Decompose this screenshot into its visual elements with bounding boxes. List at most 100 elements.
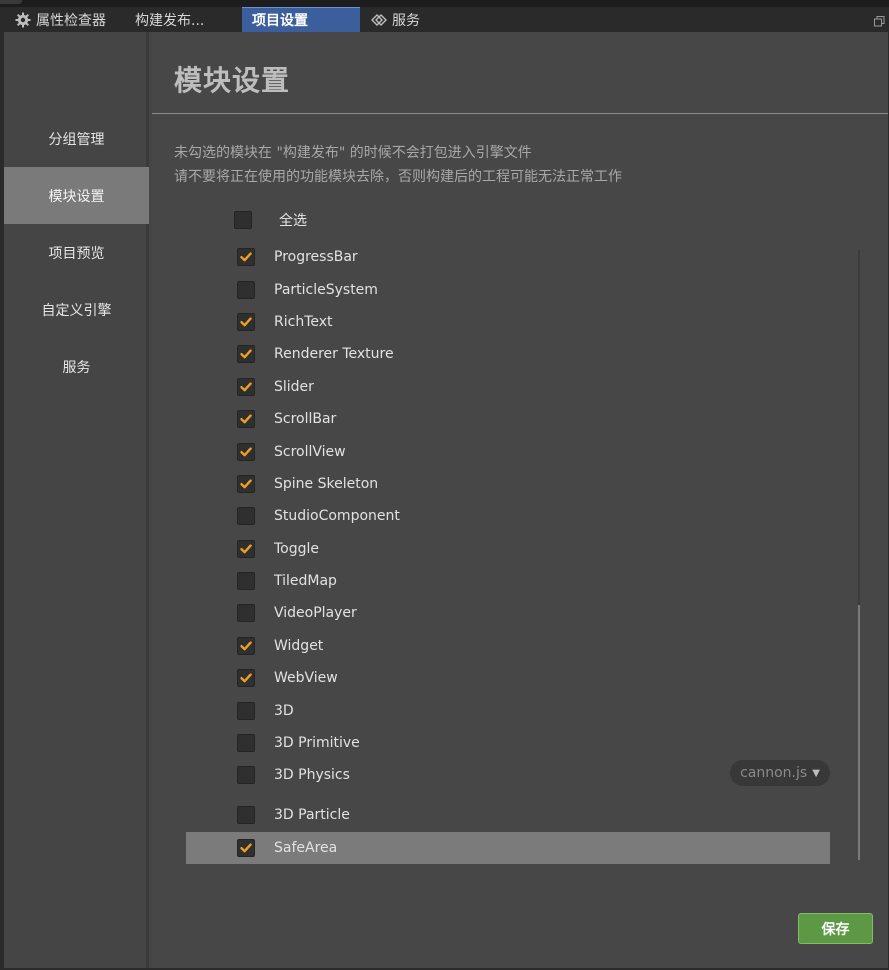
module-row[interactable]: Renderer Texture: [186, 338, 830, 370]
module-checkbox[interactable]: [237, 345, 255, 363]
module-row[interactable]: StudioComponent: [186, 500, 830, 532]
tab-bar: 属性检查器 构建发布... 项目设置 服务: [0, 0, 889, 32]
sidebar-item-group-manager[interactable]: 分组管理: [4, 110, 149, 167]
tab-project-settings[interactable]: 项目设置: [242, 7, 360, 32]
module-row[interactable]: Spine Skeleton: [186, 468, 830, 500]
tab-services[interactable]: 服务: [370, 7, 440, 32]
module-label: Toggle: [274, 541, 320, 557]
module-row[interactable]: 3D: [186, 695, 830, 727]
module-row[interactable]: ScrollView: [186, 436, 830, 468]
module-checkbox[interactable]: [237, 637, 255, 655]
tab-project-settings-label: 项目设置: [252, 13, 308, 29]
module-row[interactable]: ParticleSystem: [186, 274, 830, 306]
tab-inspector[interactable]: 属性检查器: [14, 7, 124, 32]
module-checkbox[interactable]: [237, 572, 255, 590]
module-checkbox[interactable]: [237, 507, 255, 525]
module-row[interactable]: RichText: [186, 306, 830, 338]
tab-build-label: 构建发布...: [135, 12, 205, 29]
gear-icon: [14, 11, 32, 29]
checkmark-icon: [239, 477, 253, 491]
notice-line-1: 未勾选的模块在 "构建发布" 的时候不会打包进入引擎文件: [174, 145, 532, 161]
module-label: RichText: [274, 314, 333, 330]
physics-engine-value: cannon.js: [740, 765, 808, 781]
module-row[interactable]: 3D Particle: [186, 799, 830, 831]
restore-window-icon[interactable]: [874, 12, 885, 27]
checkmark-icon: [239, 445, 253, 459]
select-all-checkbox[interactable]: [234, 211, 252, 229]
tab-build[interactable]: 构建发布...: [135, 7, 235, 32]
module-checkbox[interactable]: [237, 378, 255, 396]
module-checkbox[interactable]: [237, 839, 255, 857]
module-row[interactable]: ScrollBar: [186, 403, 830, 435]
sidebar-item-services[interactable]: 服务: [4, 338, 149, 395]
module-checkbox[interactable]: [237, 669, 255, 687]
page-title: 模块设置: [174, 64, 291, 97]
checkmark-icon: [239, 315, 253, 329]
module-checkbox[interactable]: [237, 281, 255, 299]
module-checkbox[interactable]: [237, 604, 255, 622]
save-button[interactable]: 保存: [798, 913, 873, 944]
module-label: StudioComponent: [274, 508, 400, 524]
select-all-label: 全选: [279, 213, 307, 229]
sidebar-item-label: 自定义引擎: [41, 302, 112, 319]
checkmark-icon: [239, 542, 253, 556]
chevron-down-icon: ▼: [812, 767, 820, 779]
checkmark-icon: [239, 380, 253, 394]
module-checkbox[interactable]: [237, 540, 255, 558]
module-checkbox[interactable]: [237, 734, 255, 752]
project-settings-panel: 分组管理 模块设置 项目预览 自定义引擎 服务 模块设置 未勾选的模块在 "构建…: [4, 32, 888, 968]
sidebar-item-label: 服务: [62, 359, 91, 376]
module-label: 3D Particle: [274, 807, 350, 823]
checkmark-icon: [239, 841, 253, 855]
module-label: WebView: [274, 670, 338, 686]
select-all-row[interactable]: 全选: [234, 208, 307, 232]
module-label: 3D Physics: [274, 767, 350, 783]
module-label: ScrollView: [274, 444, 346, 460]
module-checkbox[interactable]: [237, 313, 255, 331]
sidebar-item-module-settings[interactable]: 模块设置: [4, 167, 149, 224]
module-row[interactable]: VideoPlayer: [186, 597, 830, 629]
module-checkbox[interactable]: [237, 248, 255, 266]
module-row[interactable]: Widget: [186, 630, 830, 662]
module-row[interactable]: WebView: [186, 662, 830, 694]
checkmark-icon: [239, 671, 253, 685]
module-settings-content: 模块设置 未勾选的模块在 "构建发布" 的时候不会打包进入引擎文件 请不要将正在…: [152, 32, 888, 968]
module-row[interactable]: ProgressBar: [186, 241, 830, 273]
module-row[interactable]: 3D Physics cannon.js ▼: [186, 759, 830, 791]
module-label: Spine Skeleton: [274, 476, 379, 492]
title-divider: [152, 113, 888, 114]
module-label: VideoPlayer: [274, 605, 357, 621]
module-label: ScrollBar: [274, 411, 337, 427]
checkmark-icon: [239, 250, 253, 264]
module-row[interactable]: SafeArea: [186, 832, 830, 864]
module-row[interactable]: 3D Primitive: [186, 727, 830, 759]
services-icon: [370, 11, 388, 29]
module-label: ParticleSystem: [274, 282, 378, 298]
sidebar-item-project-preview[interactable]: 项目预览: [4, 224, 149, 281]
module-checkbox[interactable]: [237, 806, 255, 824]
module-checkbox[interactable]: [237, 475, 255, 493]
tab-inspector-label: 属性检查器: [36, 12, 106, 29]
tab-services-label: 服务: [392, 12, 420, 29]
module-checkbox[interactable]: [237, 702, 255, 720]
module-checkbox[interactable]: [237, 766, 255, 784]
checkmark-icon: [239, 639, 253, 653]
sidebar-item-label: 分组管理: [48, 131, 105, 148]
module-label: Slider: [274, 379, 314, 395]
module-row[interactable]: Slider: [186, 371, 830, 403]
title-strip-notch: [0, 0, 22, 4]
title-strip: [0, 0, 889, 7]
sidebar-item-label: 模块设置: [48, 188, 105, 205]
module-label: Widget: [274, 638, 324, 654]
module-label: Renderer Texture: [274, 346, 394, 362]
physics-engine-dropdown[interactable]: cannon.js ▼: [730, 760, 830, 786]
module-checkbox[interactable]: [237, 410, 255, 428]
module-row[interactable]: Toggle: [186, 533, 830, 565]
module-row[interactable]: TiledMap: [186, 565, 830, 597]
module-list-scrollbar-thumb[interactable]: [858, 605, 860, 860]
sidebar-item-custom-engine[interactable]: 自定义引擎: [4, 281, 149, 338]
module-label: TiledMap: [274, 573, 337, 589]
checkmark-icon: [239, 412, 253, 426]
module-checkbox[interactable]: [237, 443, 255, 461]
module-label: ProgressBar: [274, 249, 358, 265]
